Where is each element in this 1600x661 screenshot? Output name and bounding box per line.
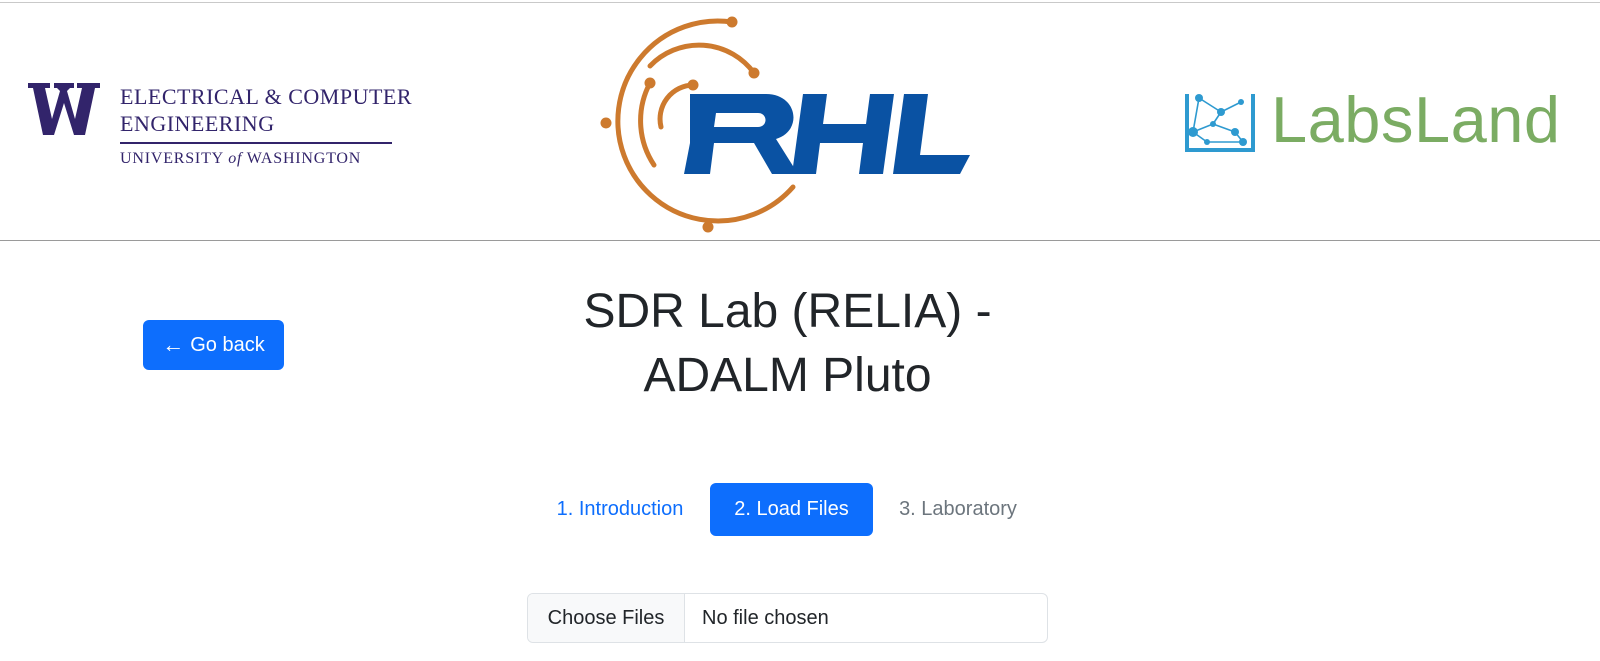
header-divider (0, 240, 1600, 241)
uw-logo-line1: ELECTRICAL & COMPUTER (120, 84, 413, 109)
header-banner: ELECTRICAL & COMPUTER ENGINEERING UNIVER… (0, 3, 1600, 241)
go-back-label: Go back (190, 333, 265, 356)
uw-logo-rule (120, 142, 392, 144)
uw-logo-line3: UNIVERSITY of WASHINGTON (120, 149, 362, 167)
page-title: SDR Lab (RELIA) - ADALM Pluto (500, 280, 1075, 408)
choose-files-button[interactable]: Choose Files (528, 594, 685, 642)
go-back-button[interactable]: ← Go back (143, 320, 284, 370)
step-tabs: 1. Introduction 2. Load Files 3. Laborat… (0, 483, 1600, 536)
rhl-letters-icon (684, 94, 970, 174)
labsland-logo[interactable]: LabsLand (1183, 83, 1563, 158)
file-status-text: No file chosen (702, 606, 829, 629)
tab-introduction[interactable]: 1. Introduction (540, 483, 700, 536)
page-title-line1: SDR Lab (RELIA) - (583, 285, 992, 338)
rhl-logo[interactable] (598, 11, 970, 237)
tab-laboratory[interactable]: 3. Laboratory (882, 483, 1034, 536)
arrow-left-icon: ← (162, 332, 185, 357)
labsland-network-icon (1185, 94, 1255, 152)
file-upload-input[interactable]: Choose Files No file chosen (527, 593, 1048, 643)
uw-w-icon (28, 83, 100, 135)
uw-ece-logo[interactable]: ELECTRICAL & COMPUTER ENGINEERING UNIVER… (28, 83, 412, 167)
uw-logo-line2: ENGINEERING (120, 111, 275, 136)
labsland-wordmark: LabsLand (1271, 83, 1561, 156)
page-title-line2: ADALM Pluto (643, 349, 932, 402)
tab-load-files[interactable]: 2. Load Files (710, 483, 873, 536)
